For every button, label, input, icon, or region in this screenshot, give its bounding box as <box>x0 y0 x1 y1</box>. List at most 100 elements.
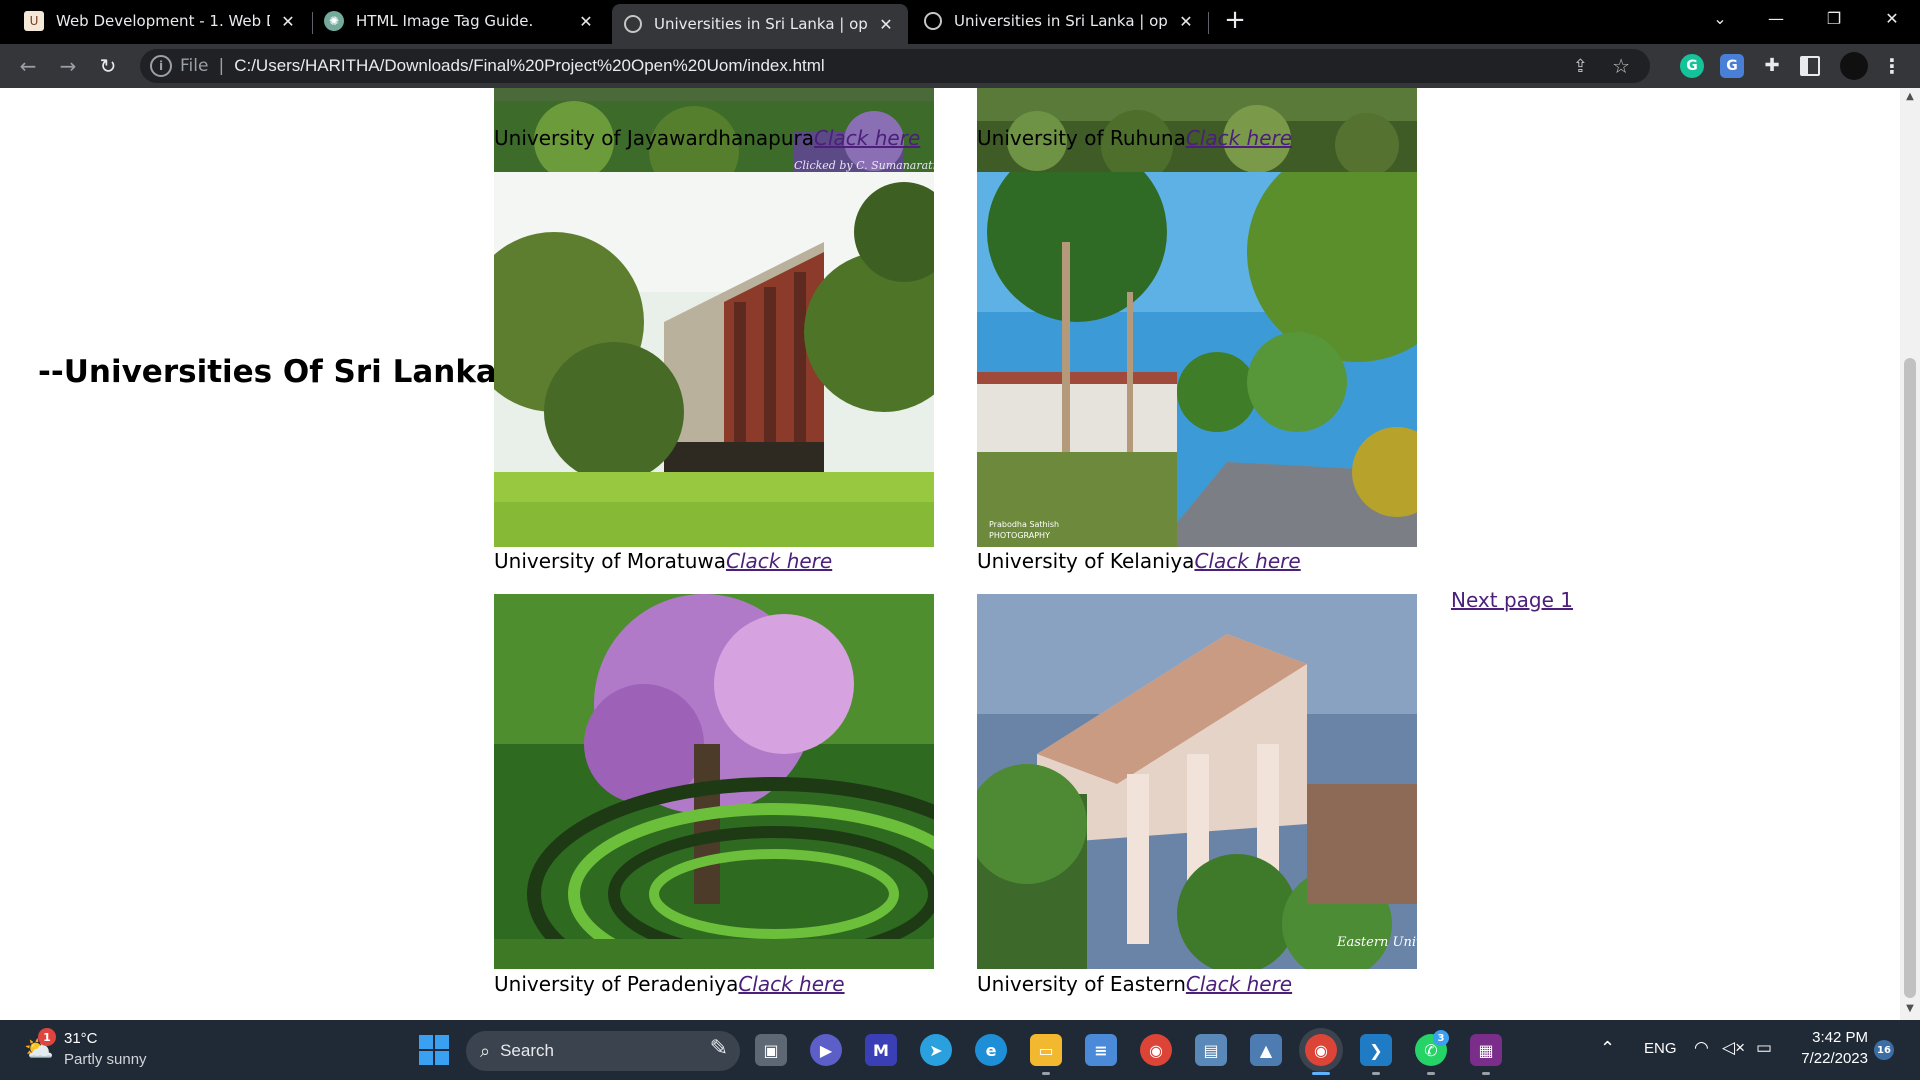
university-name: University of Kelaniya <box>977 549 1195 573</box>
tab-title: Universities in Sri Lanka | open Ur <box>654 15 868 33</box>
running-indicator <box>1042 1072 1050 1075</box>
windows-taskbar: ⛅ 1 31°C Partly sunny ⌕ Search ✎ ▣ ▶ M ➤… <box>0 1020 1920 1080</box>
url-text[interactable]: C:/Users/HARITHA/Downloads/Final%20Proje… <box>234 56 825 76</box>
weather-temperature[interactable]: 31°C <box>64 1030 98 1047</box>
terminal-app-icon[interactable]: ▦ <box>1470 1034 1502 1066</box>
search-label: Search <box>500 1041 554 1060</box>
google-translate-icon[interactable]: G <box>1720 54 1744 78</box>
browser-toolbar: ← → ↻ i File | C:/Users/HARITHA/Download… <box>0 44 1920 88</box>
chatgpt-icon: ✺ <box>324 11 344 31</box>
close-icon[interactable]: ✕ <box>1176 12 1196 31</box>
system-app-icon[interactable]: ▤ <box>1195 1034 1227 1066</box>
clack-here-link[interactable]: Clack here <box>1186 126 1292 150</box>
close-icon[interactable]: ✕ <box>278 12 298 31</box>
page-heading: --Universities Of Sri Lanka -- <box>38 354 534 390</box>
weather-description[interactable]: Partly sunny <box>64 1051 147 1068</box>
share-icon[interactable]: ⇪ <box>1573 56 1588 77</box>
university-name: University of Moratuwa <box>494 549 726 573</box>
running-indicator <box>1427 1072 1435 1075</box>
telegram-icon[interactable]: ➤ <box>920 1034 952 1066</box>
menu-kebab-icon[interactable]: ⋮ <box>1880 54 1904 78</box>
active-indicator <box>1312 1072 1330 1075</box>
grammarly-icon[interactable]: G <box>1680 54 1704 78</box>
wifi-icon[interactable]: ◠ <box>1694 1038 1709 1058</box>
clack-here-link[interactable]: Clack here <box>738 972 844 996</box>
taskbar-search-box[interactable]: ⌕ Search ✎ <box>466 1031 740 1071</box>
tab-universities-active[interactable]: Universities in Sri Lanka | open Ur ✕ <box>612 4 908 44</box>
photo-watermark: Eastern University <box>1336 935 1417 950</box>
scheme-divider: | <box>218 56 225 76</box>
forward-arrow-icon[interactable]: → <box>54 52 82 80</box>
close-icon[interactable]: ✕ <box>576 12 596 31</box>
tab-html-image-tag-guide[interactable]: ✺ HTML Image Tag Guide. ✕ <box>312 2 608 40</box>
notepad-icon[interactable]: ≡ <box>1085 1034 1117 1066</box>
side-panel-icon[interactable] <box>1800 56 1820 76</box>
scrollbar-thumb[interactable] <box>1904 358 1916 998</box>
chrome-active-icon[interactable]: ◉ <box>1305 1034 1337 1066</box>
back-arrow-icon[interactable]: ← <box>14 52 42 80</box>
photo-watermark: Prabodha Sathish <box>989 520 1059 529</box>
clack-here-link[interactable]: Clack here <box>814 126 920 150</box>
extensions-puzzle-icon[interactable]: ✚ <box>1760 54 1784 78</box>
kelaniya-image: Prabodha Sathish PHOTOGRAPHY <box>977 172 1417 547</box>
clock-date[interactable]: 7/22/2023 <box>1792 1050 1868 1067</box>
speaker-muted-icon[interactable]: ◁× <box>1722 1038 1745 1058</box>
battery-icon[interactable]: ▭ <box>1756 1038 1772 1058</box>
new-tab-button[interactable]: + <box>1220 6 1250 36</box>
info-icon[interactable]: i <box>150 55 172 77</box>
peradeniya-photo <box>494 594 934 969</box>
eastern-image: Eastern University <box>977 594 1417 969</box>
tab-title: Universities in Sri Lanka | open Ur <box>954 12 1168 30</box>
vscode-icon[interactable]: ❯ <box>1360 1034 1392 1066</box>
moratuwa-photo <box>494 172 934 547</box>
maple-app-icon[interactable]: M <box>865 1034 897 1066</box>
caption-moratuwa: University of MoratuwaClack here <box>494 549 832 573</box>
clack-here-link[interactable]: Clack here <box>1186 972 1292 996</box>
file-explorer-icon[interactable]: ▭ <box>1030 1034 1062 1066</box>
moratuwa-image <box>494 172 934 547</box>
page-content: Clicked by C. Sumanaratna University of … <box>0 88 1900 1020</box>
globe-icon <box>624 15 642 33</box>
tab-search-chevron-down-icon[interactable]: ⌄ <box>1692 0 1748 40</box>
chrome-icon[interactable]: ◉ <box>1140 1034 1172 1066</box>
peradeniya-image <box>494 594 934 969</box>
notification-count-badge[interactable]: 16 <box>1874 1040 1894 1060</box>
search-icon: ⌕ <box>480 1040 491 1061</box>
restore-button[interactable]: ❐ <box>1806 0 1862 40</box>
clack-here-link[interactable]: Clack here <box>726 549 832 573</box>
clock-time[interactable]: 3:42 PM <box>1792 1029 1868 1046</box>
minimize-button[interactable]: — <box>1748 0 1804 40</box>
teams-chat-icon[interactable]: ▶ <box>810 1034 842 1066</box>
tab-title: HTML Image Tag Guide. <box>356 12 534 30</box>
udemy-icon: U <box>24 11 44 31</box>
task-view-icon[interactable]: ▣ <box>755 1034 787 1066</box>
close-icon[interactable]: ✕ <box>876 15 896 34</box>
university-name: University of Eastern <box>977 972 1186 996</box>
caption-eastern: University of EasternClack here <box>977 972 1292 996</box>
profile-avatar[interactable] <box>1840 52 1868 80</box>
close-window-button[interactable]: ✕ <box>1864 0 1920 40</box>
tab-title: Web Development - 1. Web Desi <box>56 12 270 30</box>
bookmark-star-icon[interactable]: ☆ <box>1612 54 1630 78</box>
clack-here-link[interactable]: Clack here <box>1194 549 1300 573</box>
show-hidden-icons-chevron-up-icon[interactable]: ⌃ <box>1600 1038 1615 1059</box>
windows-start-icon[interactable] <box>418 1034 450 1066</box>
tab-universities[interactable]: Universities in Sri Lanka | open Ur ✕ <box>912 2 1208 40</box>
search-highlight-icon: ✎ <box>709 1035 728 1060</box>
university-name: University of Jayawardhanapura <box>494 126 815 150</box>
browser-tab-strip: U Web Development - 1. Web Desi ✕ ✺ HTML… <box>0 0 1920 44</box>
next-page-link[interactable]: Next page 1 <box>1451 588 1573 612</box>
page-scrollbar[interactable]: ▲ ▼ <box>1900 88 1920 1020</box>
tab-web-development[interactable]: U Web Development - 1. Web Desi ✕ <box>12 2 310 40</box>
reload-icon[interactable]: ↻ <box>94 52 122 80</box>
scroll-up-arrow-icon[interactable]: ▲ <box>1904 90 1916 104</box>
scroll-down-arrow-icon[interactable]: ▼ <box>1904 1002 1916 1016</box>
address-bar[interactable]: i File | C:/Users/HARITHA/Downloads/Fina… <box>140 49 1650 83</box>
windows-logo <box>419 1035 449 1065</box>
image-viewer-icon[interactable]: ▲ <box>1250 1034 1282 1066</box>
edge-icon[interactable]: e <box>975 1034 1007 1066</box>
language-indicator[interactable]: ENG <box>1644 1040 1677 1057</box>
university-name: University of Peradeniya <box>494 972 739 996</box>
tab-divider <box>1208 12 1209 34</box>
eastern-photo: Eastern University <box>977 594 1417 969</box>
